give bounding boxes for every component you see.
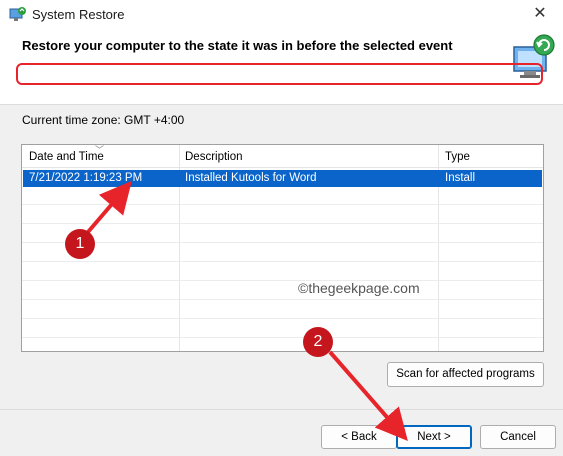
row-gridline: [22, 337, 543, 338]
title-bar: System Restore ✕: [0, 0, 563, 30]
row-gridline: [22, 261, 543, 262]
back-button[interactable]: < Back: [321, 425, 397, 449]
cell-date: 7/21/2022 1:19:23 PM: [29, 172, 143, 184]
column-header-type[interactable]: Type: [445, 151, 470, 163]
cell-description: Installed Kutools for Word: [185, 172, 317, 184]
watermark: ©thegeekpage.com: [298, 280, 420, 296]
column-header-date[interactable]: Date and Time: [29, 151, 104, 163]
footer-panel: < Back Next > Cancel: [0, 409, 563, 456]
row-gridline: [22, 242, 543, 243]
timezone-label: Current time zone: GMT +4:00: [22, 113, 185, 127]
selection-highlight-outline: [16, 63, 543, 85]
column-header-description[interactable]: Description: [185, 151, 243, 163]
list-header: Date and Time ﹀ Description Type: [22, 145, 543, 168]
close-icon[interactable]: ✕: [525, 3, 555, 25]
table-row[interactable]: 7/21/2022 1:19:23 PM Installed Kutools f…: [23, 170, 542, 187]
scan-affected-programs-button[interactable]: Scan for affected programs: [387, 362, 544, 387]
row-gridline: [22, 223, 543, 224]
cell-type: Install: [445, 172, 476, 184]
cancel-button[interactable]: Cancel: [480, 425, 556, 449]
system-restore-app-icon: [9, 6, 27, 22]
row-gridline: [22, 204, 543, 205]
restore-points-list[interactable]: Date and Time ﹀ Description Type 7/21/20…: [21, 144, 544, 352]
row-gridline: [22, 299, 543, 300]
next-button[interactable]: Next >: [396, 425, 472, 449]
annotation-badge-2: 2: [303, 327, 333, 357]
annotation-badge-1: 1: [65, 229, 95, 259]
sort-chevron-icon: ﹀: [95, 145, 105, 155]
page-heading: Restore your computer to the state it wa…: [22, 38, 453, 53]
row-gridline: [22, 318, 543, 319]
row-gridline: [22, 280, 543, 281]
window-title: System Restore: [32, 7, 125, 22]
